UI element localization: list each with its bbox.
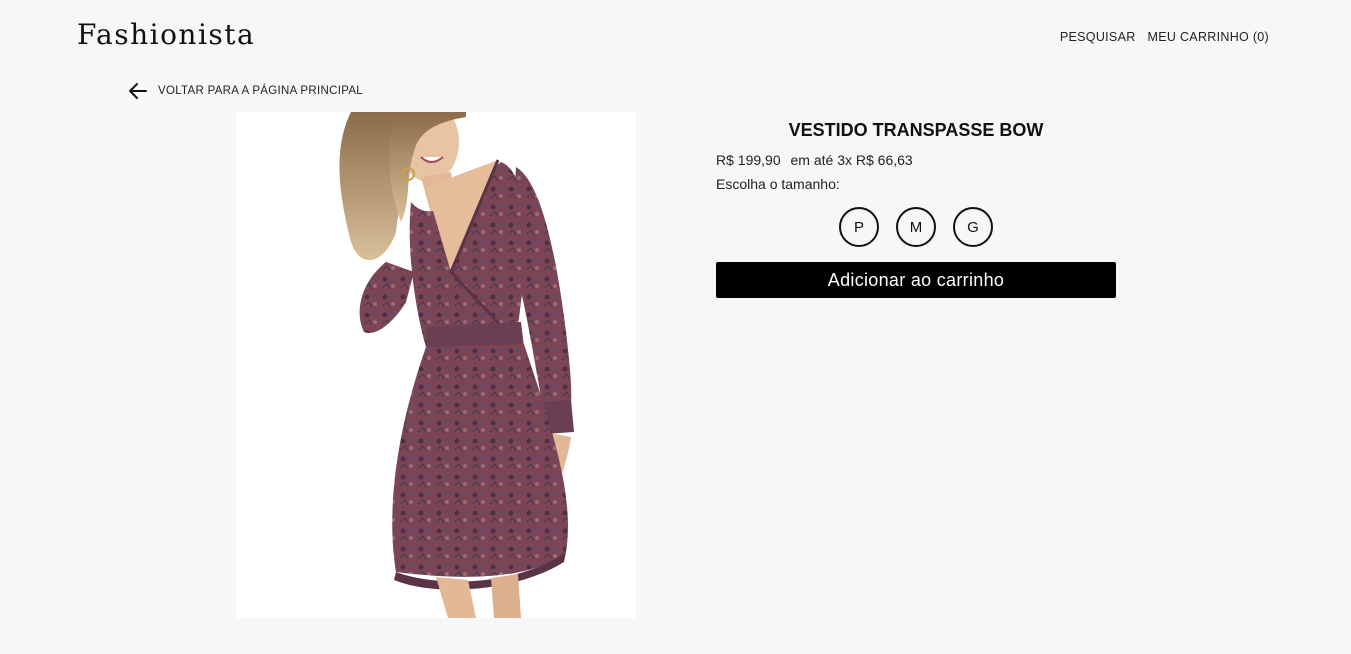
price-line: R$ 199,90 em até 3x R$ 66,63 bbox=[716, 152, 1116, 168]
size-button-m[interactable]: M bbox=[896, 207, 936, 247]
back-link[interactable]: VOLTAR PARA A PÁGINA PRINCIPAL bbox=[128, 82, 363, 100]
size-button-p[interactable]: P bbox=[839, 207, 879, 247]
search-link[interactable]: PESQUISAR bbox=[1060, 30, 1136, 44]
size-selector: P M G bbox=[716, 207, 1116, 247]
size-prompt: Escolha o tamanho: bbox=[716, 176, 840, 192]
installments-text: em até 3x R$ 66,63 bbox=[790, 152, 913, 168]
back-link-label: VOLTAR PARA A PÁGINA PRINCIPAL bbox=[158, 85, 363, 97]
product-title: VESTIDO TRANSPASSE BOW bbox=[788, 120, 1044, 140]
site-logo[interactable]: Fashionista bbox=[77, 18, 255, 51]
product-photo bbox=[236, 112, 636, 618]
product-details: VESTIDO TRANSPASSE BOW R$ 199,90 em até … bbox=[716, 116, 1116, 298]
header-nav: PESQUISAR MEU CARRINHO (0) bbox=[1060, 30, 1269, 44]
cart-link[interactable]: MEU CARRINHO (0) bbox=[1148, 30, 1269, 44]
product-price: R$ 199,90 bbox=[716, 152, 781, 168]
add-to-cart-button[interactable]: Adicionar ao carrinho bbox=[716, 262, 1116, 298]
site-header: Fashionista PESQUISAR MEU CARRINHO (0) bbox=[0, 0, 1351, 70]
arrow-left-icon bbox=[128, 82, 148, 100]
size-button-g[interactable]: G bbox=[953, 207, 993, 247]
